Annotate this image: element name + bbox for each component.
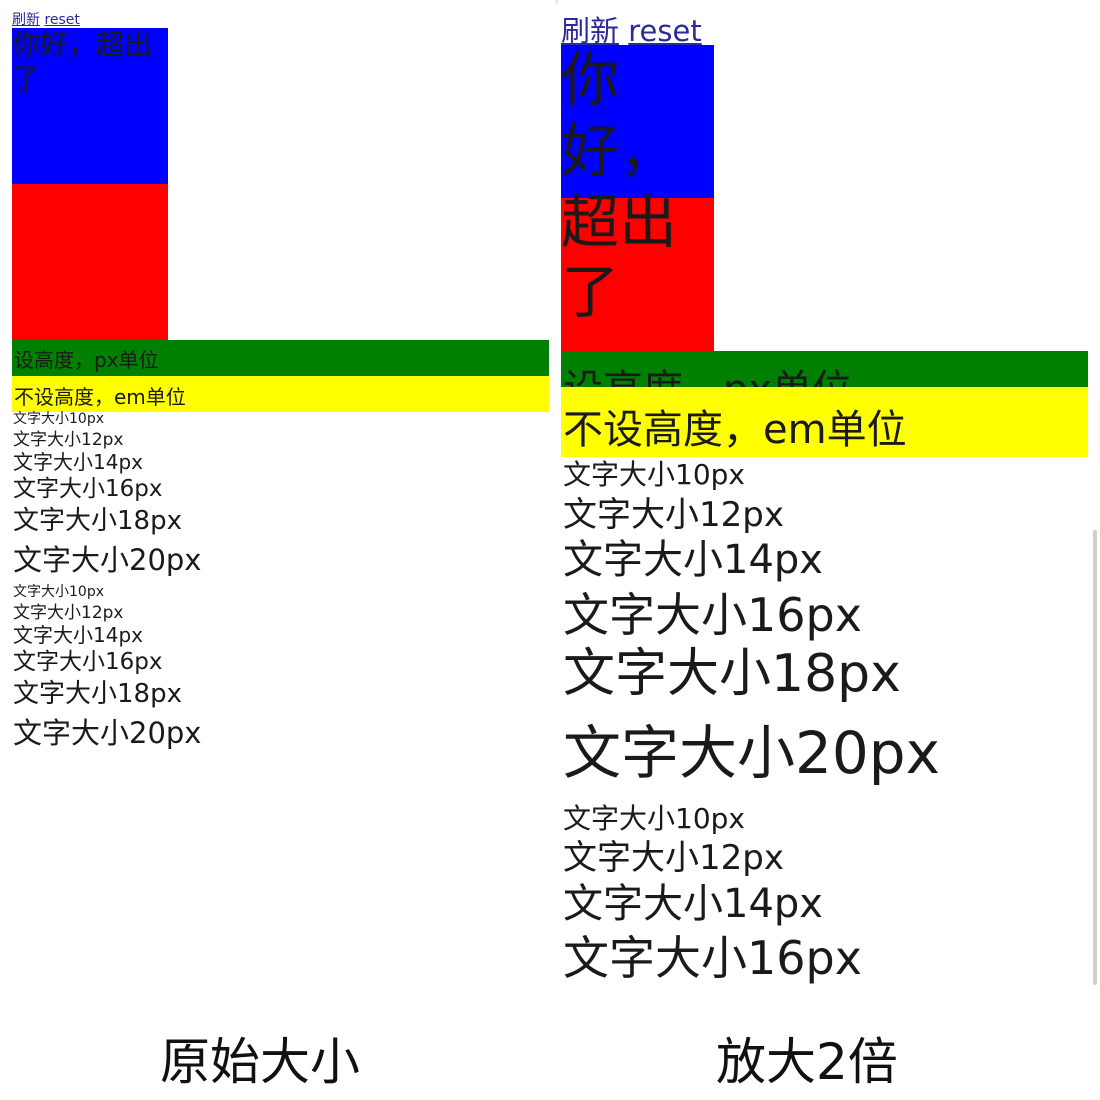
red-box [12,184,168,340]
sample-10px: 文字大小10px [13,411,104,427]
sample-20px: 文字大小20px [13,543,202,577]
blue-box: 你好，超出了 [12,28,168,184]
sample-14px: 文字大小14px [563,881,823,927]
sample-12px: 文字大小12px [563,495,784,535]
sample-16px: 文字大小16px [563,931,862,985]
sample-12px: 文字大小12px [13,430,124,450]
fixed-height-bar: 设高度，px单位 [561,351,1088,387]
fixed-height-bar: 设高度，px单位 [12,340,549,376]
sample-12px: 文字大小12px [13,603,124,623]
sample-10px: 文字大小10px [13,584,104,600]
sample-10px: 文字大小10px [563,802,745,835]
sample-18px: 文字大小18px [13,679,182,709]
sample-14px: 文字大小14px [13,623,143,647]
overflow-text: 你好，超出了 [12,28,153,95]
reset-link[interactable]: reset [44,12,79,28]
auto-height-label: 不设高度，em单位 [563,407,907,453]
sample-14px: 文字大小14px [563,537,823,583]
sample-18px: 文字大小18px [563,644,901,704]
refresh-link[interactable]: 刷新 [561,14,619,48]
sample-14px: 文字大小14px [13,450,143,474]
auto-height-bar: 不设高度，em单位 [561,387,1088,457]
sample-10px: 文字大小10px [563,458,745,491]
auto-height-bar: 不设高度，em单位 [12,376,549,412]
sample-16px: 文字大小16px [13,476,163,502]
scrollbar[interactable] [1093,530,1097,985]
link-bar: 刷新 reset [12,9,80,29]
sample-18px: 文字大小18px [13,506,182,536]
link-bar: 刷新 reset [561,8,702,50]
sample-16px: 文字大小16px [13,649,163,675]
zoomed-2x-panel: 刷新 reset 你好，超出了 设高度，px单位 不设高度，em单位 文字大小1… [558,0,1100,990]
sample-20px: 文字大小20px [13,716,202,750]
overflow-text-box: 你好，超出了 [561,45,714,351]
sample-20px: 文字大小20px [563,719,940,787]
overflow-text: 你好，超出了 [561,46,678,327]
sample-12px: 文字大小12px [563,838,784,878]
original-size-panel: 刷新 reset 你好，超出了 设高度，px单位 不设高度，em单位 文字大小1… [0,0,555,1000]
refresh-link[interactable]: 刷新 [12,12,40,28]
fixed-height-label: 设高度，px单位 [14,348,159,372]
caption-zoomed-2x: 放大2倍 [716,1033,898,1091]
caption-original-size: 原始大小 [160,1033,360,1091]
sample-16px: 文字大小16px [563,588,862,642]
reset-link[interactable]: reset [628,14,701,48]
auto-height-label: 不设高度，em单位 [14,385,186,409]
fixed-height-label: 设高度，px单位 [563,357,852,387]
